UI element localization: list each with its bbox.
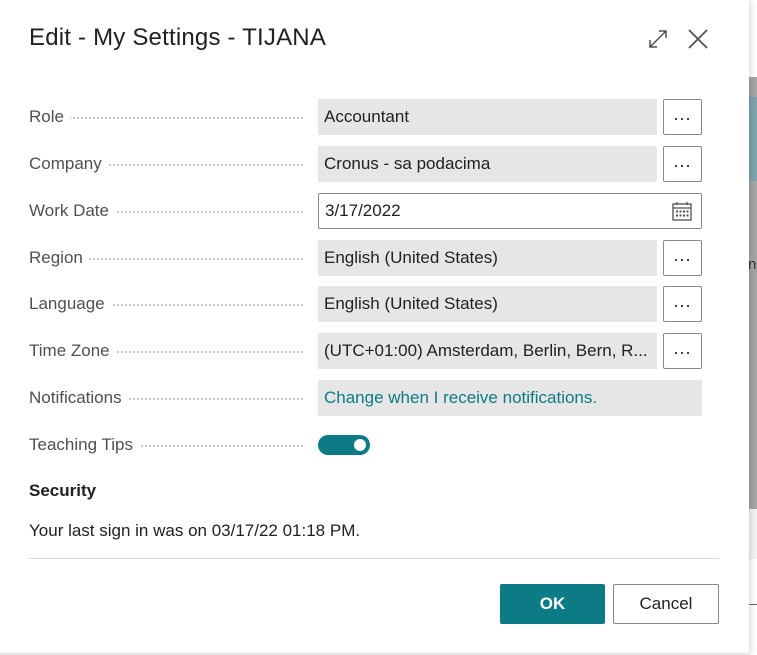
work-date-row: Work Date 3/17/2022 [29, 193, 702, 229]
language-field[interactable]: English (United States) [318, 286, 657, 322]
ellipsis-icon: ... [673, 151, 692, 171]
company-row: Company Cronus - sa podacima ... [29, 146, 702, 182]
settings-dialog: Edit - My Settings - TIJANA Role Account… [0, 0, 749, 655]
region-field[interactable]: English (United States) [318, 240, 657, 276]
work-date-value: 3/17/2022 [325, 201, 401, 220]
ok-button[interactable]: OK [500, 584, 605, 624]
time-zone-label: Time Zone [29, 341, 116, 361]
ellipsis-icon: ... [673, 338, 692, 358]
ellipsis-icon: ... [673, 291, 692, 311]
toggle-knob [354, 439, 366, 451]
notifications-label: Notifications [29, 388, 128, 408]
company-label: Company [29, 154, 108, 174]
close-button[interactable] [683, 24, 713, 54]
region-label: Region [29, 248, 89, 268]
ellipsis-icon: ... [673, 104, 692, 124]
expand-icon [649, 30, 667, 48]
leader-dots [29, 117, 303, 119]
background-line [748, 604, 757, 605]
security-heading: Security [29, 481, 97, 500]
last-sign-in-text: Your last sign in was on 03/17/22 01:18 … [29, 521, 361, 540]
role-label: Role [29, 107, 70, 127]
footer-divider [29, 558, 719, 559]
work-date-input[interactable]: 3/17/2022 [318, 193, 702, 229]
language-lookup-button[interactable]: ... [663, 286, 702, 322]
time-zone-lookup-button[interactable]: ... [663, 333, 702, 369]
calendar-icon[interactable] [672, 202, 692, 221]
background-accent [749, 97, 757, 181]
role-lookup-button[interactable]: ... [663, 99, 702, 135]
language-row: Language English (United States) ... [29, 286, 702, 322]
company-field[interactable]: Cronus - sa podacima [318, 146, 657, 182]
background-text: n [748, 256, 757, 273]
teaching-tips-label: Teaching Tips [29, 435, 139, 455]
teaching-tips-row: Teaching Tips [29, 427, 702, 463]
region-row: Region English (United States) ... [29, 240, 702, 276]
company-lookup-button[interactable]: ... [663, 146, 702, 182]
notifications-link[interactable]: Change when I receive notifications. [318, 380, 702, 416]
dialog-title: Edit - My Settings - TIJANA [29, 24, 327, 51]
cancel-button[interactable]: Cancel [613, 584, 719, 624]
notifications-row: Notifications Change when I receive noti… [29, 380, 702, 416]
work-date-label: Work Date [29, 201, 115, 221]
ellipsis-icon: ... [673, 245, 692, 265]
teaching-tips-toggle[interactable] [318, 435, 370, 455]
region-lookup-button[interactable]: ... [663, 240, 702, 276]
close-icon [688, 29, 708, 49]
role-field[interactable]: Accountant [318, 99, 657, 135]
expand-button[interactable] [643, 24, 673, 54]
time-zone-field[interactable]: (UTC+01:00) Amsterdam, Berlin, Bern, R..… [318, 333, 657, 369]
language-label: Language [29, 294, 111, 314]
role-row: Role Accountant ... [29, 99, 702, 135]
time-zone-row: Time Zone (UTC+01:00) Amsterdam, Berlin,… [29, 333, 702, 369]
